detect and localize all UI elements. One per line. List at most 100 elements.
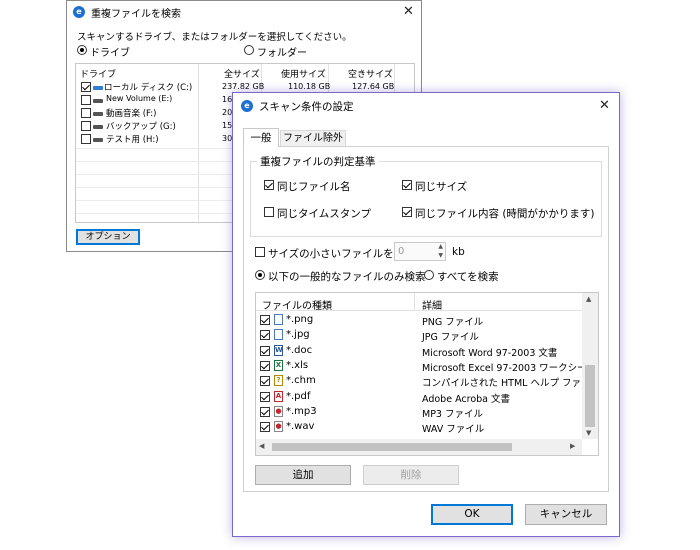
- file-type-checkbox[interactable]: [260, 330, 270, 341]
- criteria-group: [250, 161, 602, 237]
- same-timestamp-label: 同じタイムスタンプ: [277, 208, 371, 220]
- file-type-row[interactable]: X *.xls Microsoft Excel 97-2003 ワークシート: [256, 359, 596, 374]
- dialog-title: スキャン条件の設定: [259, 101, 354, 113]
- spinner-down-icon[interactable]: ▼: [438, 252, 443, 259]
- col-used[interactable]: 使用サイズ: [281, 67, 326, 80]
- folder-radio[interactable]: [244, 45, 254, 55]
- dialog-close-icon[interactable]: ✕: [599, 99, 610, 113]
- help-file-icon: ?: [274, 375, 283, 387]
- file-type-checkbox[interactable]: [260, 406, 270, 417]
- back-window-titlebar: e 重複ファイルを検索 ✕: [67, 1, 421, 23]
- ignore-small-label: サイズの小さいファイルを無視: [268, 248, 415, 260]
- file-description: コンパイルされた HTML ヘルプ ファイル: [422, 378, 599, 390]
- app-icon: e: [73, 6, 85, 18]
- ok-button[interactable]: OK: [431, 504, 513, 525]
- tab-panel: 重複ファイルの判定基準 同じファイル名 同じサイズ 同じタイムスタンプ 同じファ…: [243, 146, 609, 492]
- same-content-checkbox[interactable]: [402, 207, 412, 217]
- file-type-checkbox[interactable]: [260, 391, 270, 402]
- scroll-left-icon[interactable]: ◀: [259, 442, 264, 450]
- horizontal-scrollbar[interactable]: ◀ ▶: [256, 439, 582, 455]
- header-line: [256, 310, 582, 311]
- delete-button[interactable]: 削除: [363, 465, 459, 485]
- drive-icon: [93, 99, 103, 103]
- folder-radio-label: フォルダー: [257, 48, 307, 59]
- col-total[interactable]: 全サイズ: [224, 67, 260, 80]
- drive-total: 237.82 GB: [222, 82, 265, 91]
- drive-icon: [93, 86, 103, 90]
- excel-file-icon: X: [274, 359, 283, 371]
- ignore-small-checkbox[interactable]: [255, 247, 265, 257]
- drive-icon: [93, 112, 103, 116]
- drive-checkbox[interactable]: [81, 134, 91, 144]
- file-type-row[interactable]: ● *.wav WAV ファイル: [256, 420, 582, 435]
- back-window-close-icon[interactable]: ✕: [403, 5, 414, 19]
- scroll-right-icon[interactable]: ▶: [570, 442, 575, 450]
- search-all-radio[interactable]: [424, 270, 434, 280]
- file-type-checkbox[interactable]: [260, 376, 270, 387]
- same-size-checkbox[interactable]: [402, 180, 412, 190]
- file-type-row[interactable]: *.jpg JPG ファイル: [256, 328, 582, 343]
- instruction-text: スキャンするドライブ、またはフォルダーを選択してください。: [77, 32, 352, 43]
- file-extension: *.xls: [286, 359, 309, 371]
- drive-checkbox[interactable]: [81, 121, 91, 131]
- audio-file-icon: ●: [274, 405, 283, 417]
- file-type-checkbox[interactable]: [260, 422, 270, 433]
- scroll-up-icon[interactable]: ▲: [586, 295, 591, 303]
- drive-checkbox[interactable]: [81, 108, 91, 118]
- col-divider: [414, 293, 415, 310]
- drive-icon: [93, 138, 103, 142]
- common-files-label: 以下の一般的なファイルのみ検索: [268, 271, 426, 283]
- scan-settings-dialog: e スキャン条件の設定 ✕ 一般 ファイル除外 重複ファイルの判定基準 同じファ…: [232, 92, 620, 537]
- dialog-titlebar: e スキャン条件の設定 ✕: [233, 93, 619, 119]
- file-type-row[interactable]: A *.pdf Adobe Acroba 文書: [256, 390, 582, 405]
- tab-file-exclusion[interactable]: ファイル除外: [280, 130, 346, 147]
- drive-free: 127.64 GB: [352, 82, 395, 91]
- drive-radio-label: ドライブ: [90, 48, 130, 59]
- image-file-icon: [274, 314, 283, 325]
- search-all-label: すべてを検索: [437, 271, 499, 283]
- hscroll-thumb[interactable]: [272, 443, 512, 451]
- file-description: WAV ファイル: [422, 424, 485, 436]
- scroll-thumb[interactable]: [585, 365, 595, 427]
- col-free[interactable]: 空きサイズ: [348, 67, 393, 80]
- same-timestamp-checkbox[interactable]: [264, 207, 274, 217]
- file-extension: *.chm: [286, 375, 316, 387]
- file-type-checkbox[interactable]: [260, 345, 270, 356]
- file-type-list[interactable]: ファイルの種類 詳細 *.png PNG ファイル *.jpg JPG ファイル W *.…: [255, 292, 599, 456]
- spinner-up-icon[interactable]: ▲: [438, 243, 443, 250]
- same-content-label: 同じファイル内容 (時間がかかります): [415, 208, 595, 220]
- file-type-row[interactable]: W *.doc Microsoft Word 97-2003 文書: [256, 344, 582, 359]
- file-extension: *.doc: [286, 344, 313, 356]
- same-name-checkbox[interactable]: [264, 180, 274, 190]
- drive-radio[interactable]: [77, 45, 87, 55]
- drive-name: 動画音楽 (F:): [106, 109, 157, 119]
- file-type-row[interactable]: ● *.mp3 MP3 ファイル: [256, 405, 582, 420]
- file-type-row[interactable]: ? *.chm コンパイルされた HTML ヘルプ ファイル: [256, 374, 598, 389]
- ignore-unit: kb: [452, 246, 465, 258]
- common-files-radio[interactable]: [255, 270, 265, 280]
- file-type-checkbox[interactable]: [260, 360, 270, 371]
- file-type-row[interactable]: *.png PNG ファイル: [256, 313, 582, 328]
- col-drive[interactable]: ドライブ: [80, 67, 116, 80]
- cancel-button[interactable]: キャンセル: [525, 504, 607, 525]
- drive-used: 110.18 GB: [288, 82, 331, 91]
- file-description: Adobe Acroba 文書: [422, 393, 511, 405]
- file-description: MP3 ファイル: [422, 408, 483, 420]
- image-file-icon: [274, 329, 283, 341]
- file-type-checkbox[interactable]: [260, 315, 270, 325]
- vertical-scrollbar[interactable]: ▲ ▼: [582, 293, 598, 439]
- back-window-title: 重複ファイルを検索: [91, 9, 181, 20]
- file-description: Microsoft Word 97-2003 文書: [422, 347, 558, 359]
- tab-general[interactable]: 一般: [243, 128, 279, 147]
- drive-name: テスト用 (H:): [106, 135, 159, 145]
- drive-name: ローカル ディスク (C:): [104, 83, 193, 93]
- word-file-icon: W: [274, 344, 283, 356]
- add-button[interactable]: 追加: [255, 465, 351, 485]
- criteria-group-label: 重複ファイルの判定基準: [257, 154, 379, 169]
- scroll-down-icon[interactable]: ▼: [586, 429, 591, 437]
- ignore-size-field[interactable]: 0 ▲ ▼: [394, 242, 446, 261]
- drive-checkbox[interactable]: [81, 82, 91, 92]
- drive-checkbox[interactable]: [81, 95, 91, 105]
- options-button[interactable]: オプション: [76, 229, 140, 245]
- audio-file-icon: ●: [274, 421, 283, 433]
